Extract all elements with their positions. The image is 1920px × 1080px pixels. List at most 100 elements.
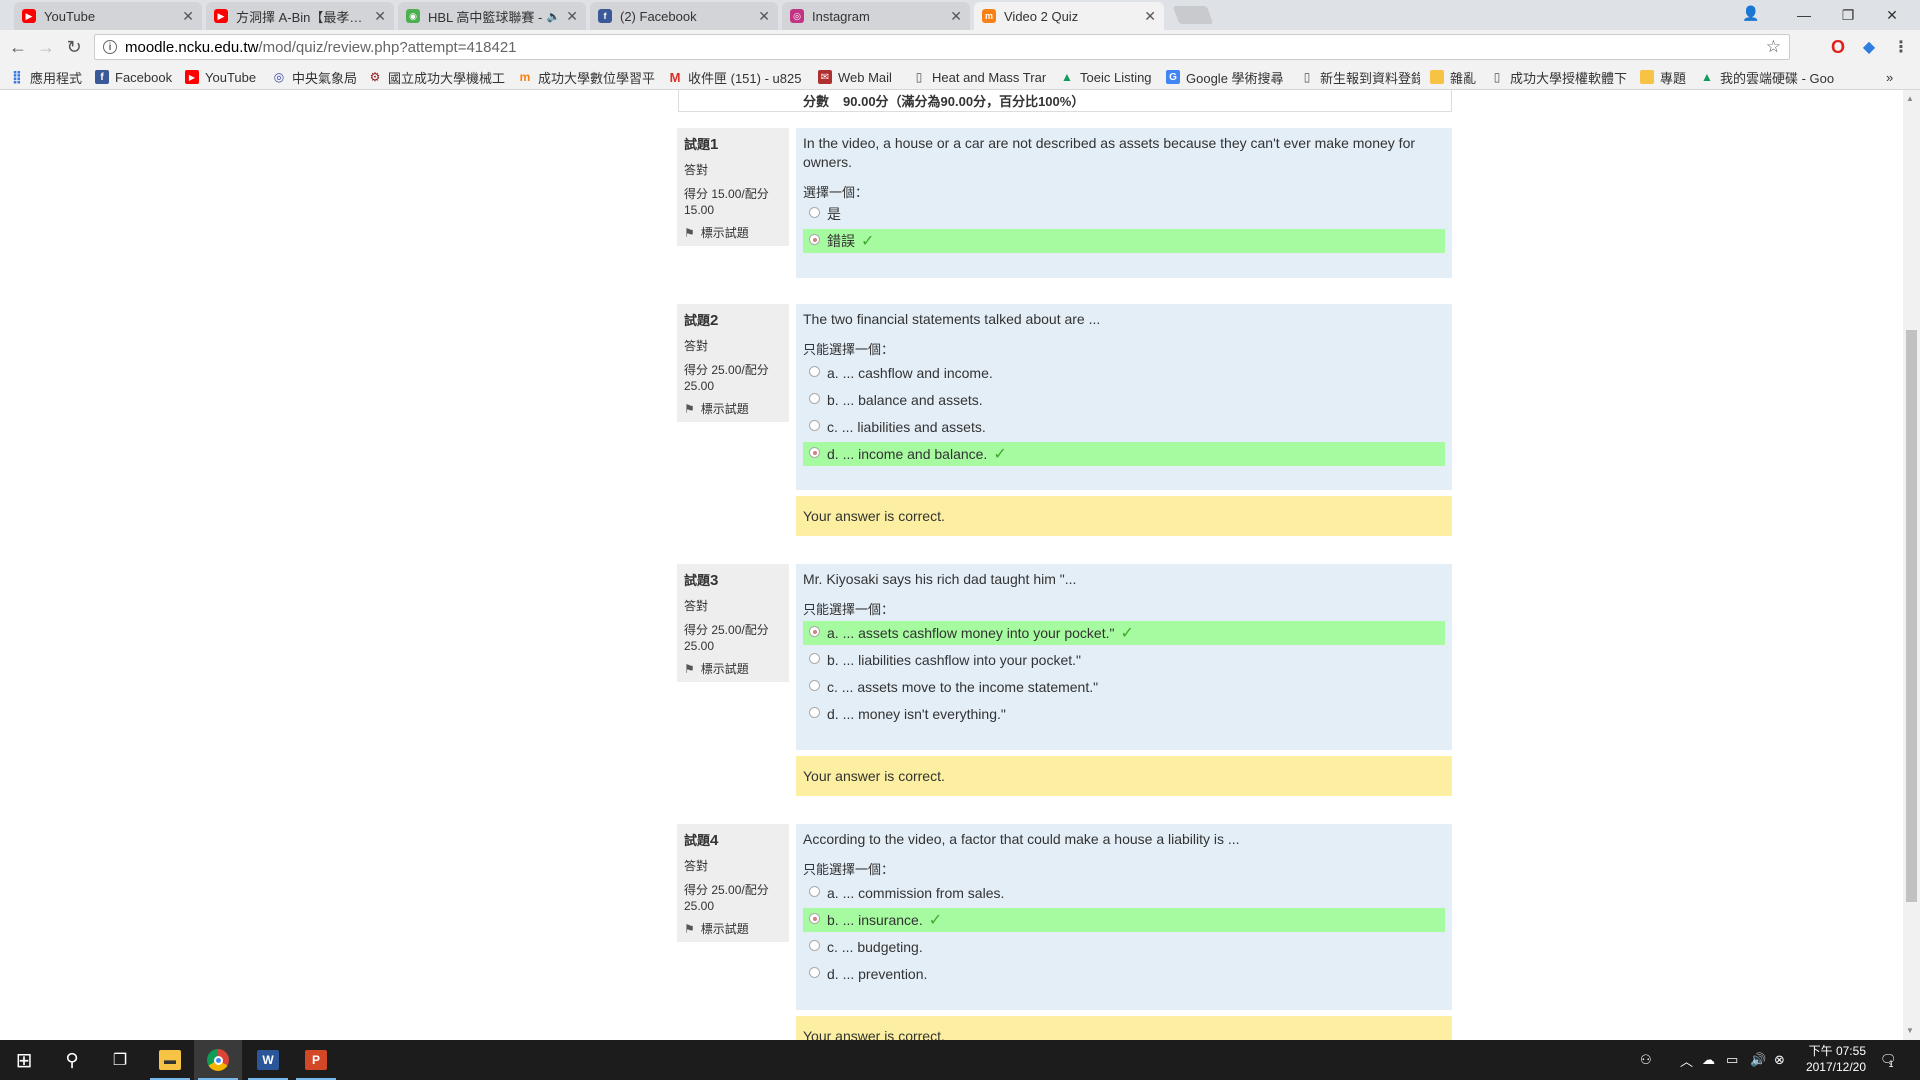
bookmark-label: Toeic Listing	[1080, 69, 1152, 85]
task-view-button[interactable]: ❐	[96, 1040, 144, 1080]
radio-button[interactable]	[809, 967, 820, 978]
radio-button[interactable]	[809, 940, 820, 951]
radio-button[interactable]	[809, 680, 820, 691]
bookmark-scholar[interactable]: G Google 學術搜尋	[1166, 68, 1286, 86]
address-bar[interactable]: i moodle.ncku.edu.tw/mod/quiz/review.php…	[94, 34, 1790, 60]
bookmark-youtube[interactable]: ▶ YouTube	[185, 68, 267, 86]
network-icon[interactable]: ▭	[1726, 1040, 1738, 1080]
answer-option[interactable]: 是	[803, 202, 1445, 226]
bookmark-folder-misc[interactable]: 雜亂	[1430, 68, 1482, 86]
menu-icon[interactable]: ⋮	[1892, 38, 1910, 56]
answer-option-correct[interactable]: a. ... assets cashflow money into your p…	[803, 621, 1445, 645]
show-hidden-icons-button[interactable]: ︿	[1680, 1040, 1693, 1080]
radio-button-selected[interactable]	[809, 626, 820, 637]
restore-button[interactable]: ❐	[1826, 0, 1870, 30]
ime-icon[interactable]: ⊗	[1774, 1040, 1785, 1080]
forward-button[interactable]: →	[36, 37, 56, 57]
bookmark-apps[interactable]: ⣿ 應用程式	[10, 68, 92, 86]
word-button[interactable]: W	[244, 1040, 292, 1080]
answer-option-correct[interactable]: d. ... income and balance. ✓	[803, 442, 1445, 466]
bookmark-toeic[interactable]: ▲ Toeic Listing	[1060, 68, 1156, 86]
close-icon[interactable]: ✕	[374, 8, 386, 25]
answer-option[interactable]: c. ... assets move to the income stateme…	[803, 675, 1445, 699]
opera-icon[interactable]: O	[1829, 37, 1847, 57]
bookmark-ncku-me[interactable]: ⚙ 國立成功大學機械工	[368, 68, 506, 86]
close-icon[interactable]: ✕	[1144, 8, 1156, 25]
radio-button[interactable]	[809, 420, 820, 431]
tab-facebook[interactable]: f (2) Facebook ✕	[590, 2, 778, 30]
people-icon[interactable]: ⚇	[1640, 1040, 1652, 1080]
bookmark-freshman[interactable]: ▯ 新生報到資料登錄	[1300, 68, 1420, 86]
webmail-icon: ✉	[818, 70, 832, 84]
bookmarks-overflow-button[interactable]: »	[1886, 68, 1902, 86]
onedrive-icon[interactable]: ☁	[1702, 1040, 1715, 1080]
speaker-icon[interactable]: 🔈	[547, 10, 561, 23]
volume-icon[interactable]: 🔊	[1750, 1040, 1766, 1080]
radio-button[interactable]	[809, 886, 820, 897]
bookmark-folder-project[interactable]: 專題	[1640, 68, 1692, 86]
tab-youtube[interactable]: ▶ YouTube ✕	[14, 2, 202, 30]
bookmark-webmail[interactable]: ✉ Web Mail	[818, 68, 902, 86]
info-icon[interactable]: i	[103, 40, 117, 54]
file-explorer-button[interactable]: ▬	[146, 1040, 194, 1080]
back-button[interactable]: ←	[8, 37, 28, 57]
document-icon: ▯	[1493, 70, 1501, 84]
radio-button[interactable]	[809, 207, 820, 218]
tab-video-2-quiz[interactable]: m Video 2 Quiz ✕	[974, 2, 1164, 30]
tab-instagram[interactable]: ◎ Instagram ✕	[782, 2, 970, 30]
question-content: The two financial statements talked abou…	[796, 304, 1452, 490]
flag-question-button[interactable]: ⚑ 標示試題	[684, 224, 782, 241]
answer-option[interactable]: b. ... balance and assets.	[803, 388, 1445, 412]
system-clock[interactable]: 下午 07:55 2017/12/20	[1792, 1043, 1866, 1075]
radio-button-selected[interactable]	[809, 234, 820, 245]
profile-icon[interactable]: 👤	[1742, 5, 1759, 22]
answer-option[interactable]: b. ... liabilities cashflow into your po…	[803, 648, 1445, 672]
minimize-button[interactable]: —	[1782, 0, 1826, 30]
close-icon[interactable]: ✕	[950, 8, 962, 25]
bookmark-weather[interactable]: ◎ 中央氣象局	[272, 68, 360, 86]
answer-option-correct[interactable]: 錯誤 ✓	[803, 229, 1445, 253]
chrome-button[interactable]	[194, 1040, 242, 1080]
answer-option[interactable]: d. ... prevention.	[803, 962, 1445, 986]
radio-button[interactable]	[809, 366, 820, 377]
bookmark-heat-mass[interactable]: ▯ Heat and Mass Tran	[912, 68, 1046, 86]
close-window-button[interactable]: ✕	[1870, 0, 1914, 30]
action-center-button[interactable]: 🗨 1	[1880, 1040, 1897, 1080]
bookmark-facebook[interactable]: f Facebook	[95, 68, 179, 86]
tab-abin[interactable]: ▶ 方洞擇 A-Bin【最孝的人 ✕	[206, 2, 394, 30]
answer-option[interactable]: c. ... liabilities and assets.	[803, 415, 1445, 439]
powerpoint-button[interactable]: P	[292, 1040, 340, 1080]
answer-option[interactable]: c. ... budgeting.	[803, 935, 1445, 959]
bookmark-star-icon[interactable]: ☆	[1766, 37, 1781, 57]
reload-button[interactable]: ↻	[64, 37, 84, 57]
extension-icon[interactable]: ◆	[1860, 38, 1878, 56]
flag-icon: ⚑	[684, 225, 695, 240]
bookmark-gmail[interactable]: M 收件匣 (151) - u825	[668, 68, 804, 86]
close-icon[interactable]: ✕	[758, 8, 770, 25]
close-icon[interactable]: ✕	[182, 8, 194, 25]
new-tab-button[interactable]	[1172, 6, 1214, 24]
answer-option[interactable]: a. ... cashflow and income.	[803, 361, 1445, 385]
radio-button-selected[interactable]	[809, 447, 820, 458]
flag-question-button[interactable]: ⚑ 標示試題	[684, 660, 782, 677]
scroll-up-icon[interactable]: ▲	[1906, 94, 1914, 103]
answer-option[interactable]: a. ... commission from sales.	[803, 881, 1445, 905]
radio-button[interactable]	[809, 653, 820, 664]
flag-question-button[interactable]: ⚑ 標示試題	[684, 400, 782, 417]
answer-option[interactable]: d. ... money isn't everything."	[803, 702, 1445, 726]
radio-button-selected[interactable]	[809, 913, 820, 924]
bookmark-ncku-moodle[interactable]: m 成功大學數位學習平	[518, 68, 658, 86]
start-button[interactable]: ⊞	[0, 1040, 48, 1080]
flag-icon: ⚑	[684, 661, 695, 676]
scroll-down-icon[interactable]: ▼	[1906, 1026, 1914, 1035]
radio-button[interactable]	[809, 393, 820, 404]
tab-hbl[interactable]: ◉ HBL 高中籃球聯賽 - 🔈 ✕	[398, 2, 586, 30]
close-icon[interactable]: ✕	[566, 8, 578, 25]
scrollbar-thumb[interactable]	[1906, 330, 1917, 902]
bookmark-google-drive[interactable]: ▲ 我的雲端硬碟 - Goo	[1700, 68, 1836, 86]
flag-question-button[interactable]: ⚑ 標示試題	[684, 920, 782, 937]
answer-option-correct[interactable]: b. ... insurance. ✓	[803, 908, 1445, 932]
bookmark-ncku-software[interactable]: ▯ 成功大學授權軟體下	[1490, 68, 1628, 86]
radio-button[interactable]	[809, 707, 820, 718]
search-button[interactable]: ⚲	[48, 1040, 96, 1080]
